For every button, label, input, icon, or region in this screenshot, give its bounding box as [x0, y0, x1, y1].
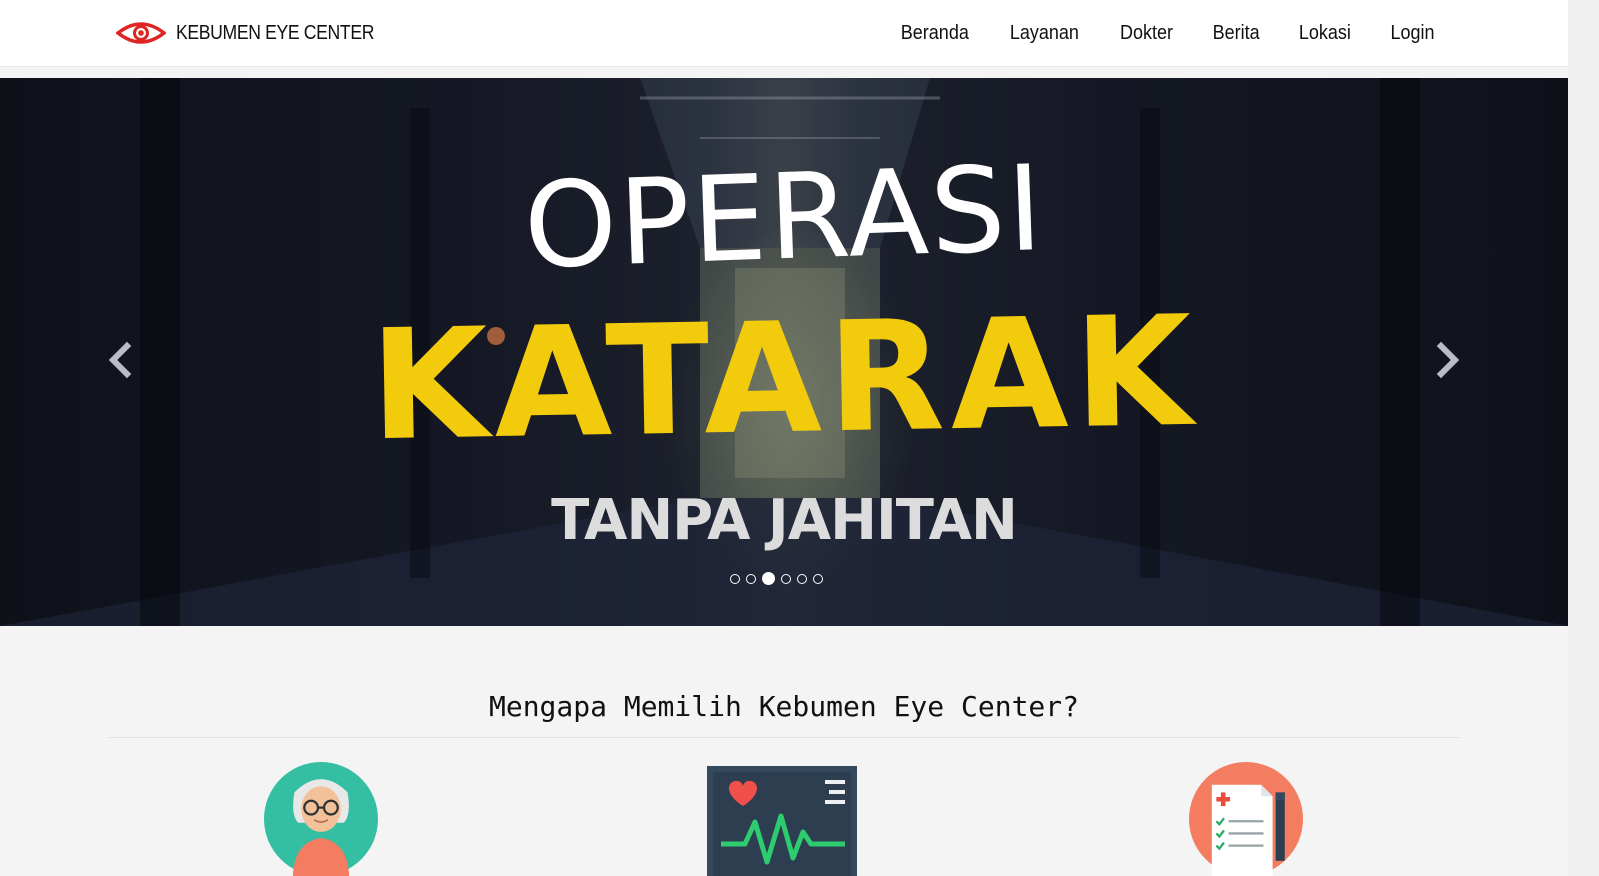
nav-link-dokter[interactable]: Dokter [1105, 18, 1189, 48]
carousel-indicator-2[interactable] [746, 573, 756, 584]
carousel-indicator-1[interactable] [730, 573, 740, 584]
carousel-indicators [730, 572, 823, 585]
eye-icon [116, 22, 166, 44]
hero-title-line2: KATARAK [368, 282, 1200, 475]
brand[interactable]: KEBUMEN EYE CENTER [116, 16, 401, 50]
nav-link-beranda[interactable]: Beranda [885, 18, 984, 48]
brand-name: KEBUMEN EYE CENTER [176, 21, 375, 44]
feature-card-doctor [246, 762, 396, 876]
nav-links: Beranda Layanan Dokter Berita Lokasi Log… [880, 18, 1454, 48]
elderly-person-icon [264, 762, 378, 876]
nav-link-lokasi[interactable]: Lokasi [1284, 18, 1367, 48]
carousel-next-button[interactable] [1426, 340, 1466, 380]
heart-monitor-icon [707, 766, 857, 876]
carousel-indicator-5[interactable] [797, 573, 807, 584]
nav-link-login[interactable]: Login [1375, 18, 1450, 48]
nav-link-layanan[interactable]: Layanan [995, 18, 1095, 48]
feature-card-service [1171, 762, 1321, 876]
section-title: Mengapa Memilih Kebumen Eye Center? [488, 690, 1079, 723]
hero-title-line3: TANPA JAHITAN [551, 488, 1018, 553]
navbar: KEBUMEN EYE CENTER Beranda Layanan Dokte… [0, 0, 1599, 67]
carousel-indicator-3[interactable] [762, 572, 775, 585]
carousel-indicator-6[interactable] [813, 573, 823, 584]
hero-carousel: OPERASI KATARAK TANPA JAHITAN [0, 78, 1568, 626]
chevron-right-icon [1436, 341, 1460, 379]
page-scrollbar[interactable] [1568, 0, 1599, 876]
chevron-left-icon [108, 341, 132, 379]
carousel-indicator-4[interactable] [781, 573, 791, 584]
feature-card-equipment [707, 762, 857, 876]
carousel-prev-button[interactable] [102, 340, 142, 380]
medical-checklist-icon [1189, 762, 1303, 876]
nav-link-berita[interactable]: Berita [1197, 18, 1275, 48]
section-divider [108, 737, 1460, 738]
